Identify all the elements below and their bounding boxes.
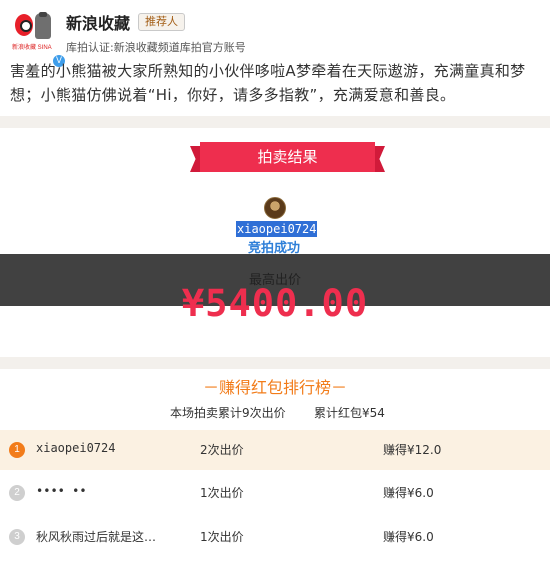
ranking-bid-count: 2次出价 bbox=[200, 443, 244, 457]
ranking-bid-count: 1次出价 bbox=[200, 486, 244, 500]
ribbon-label: 拍卖结果 bbox=[200, 142, 375, 172]
ranking-username: 秋风秋雨过后就是这… bbox=[36, 530, 157, 544]
rank-number: 3 bbox=[9, 529, 25, 545]
avatar-logo-text: 新浪收藏 SINA bbox=[12, 45, 52, 51]
result-ribbon: 拍卖结果 bbox=[190, 142, 385, 176]
ranking-username: xiaopei0724 bbox=[36, 441, 116, 455]
certification-text: 库拍认证:新浪收藏频道库拍官方账号 bbox=[66, 41, 246, 54]
ranking-earned: 赚得¥12.0 bbox=[383, 443, 442, 457]
ranking-row[interactable]: 2 •••• •• 1次出价 赚得¥6.0 bbox=[0, 473, 550, 513]
rank-number: 1 bbox=[9, 442, 25, 458]
recommender-badge: 推荐人 bbox=[138, 13, 185, 31]
total-redpacket-text: 累计红包¥54 bbox=[314, 406, 385, 420]
rank-number: 2 bbox=[9, 485, 25, 501]
ranking-bid-count: 1次出价 bbox=[200, 530, 244, 544]
ranking-earned: 赚得¥6.0 bbox=[383, 530, 434, 544]
ranking-title: －赚得红包排行榜－ bbox=[202, 378, 347, 397]
winner-username[interactable]: xiaopei0724 bbox=[236, 221, 318, 237]
vase-icon bbox=[35, 12, 51, 39]
seller-header: 新浪收藏 SINA V 新浪收藏 推荐人 库拍认证:新浪收藏频道库拍官方账号 bbox=[0, 0, 550, 68]
seller-avatar[interactable]: 新浪收藏 SINA V bbox=[12, 12, 66, 68]
ranking-row[interactable]: 1 xiaopei0724 2次出价 赚得¥12.0 bbox=[0, 430, 550, 470]
item-description: 害羞的小熊猫被大家所熟知的小伙伴哆啦A梦牵着在天际遨游，充满童真和梦想；小熊猫仿… bbox=[10, 62, 526, 104]
total-bids-text: 本场拍卖累计9次出价 bbox=[170, 406, 286, 420]
ranking-row[interactable]: 3 秋风秋雨过后就是这… 1次出价 赚得¥6.0 bbox=[0, 517, 550, 557]
ranking-username: •••• •• bbox=[36, 484, 87, 498]
ranking-earned: 赚得¥6.0 bbox=[383, 486, 434, 500]
section-divider bbox=[0, 357, 550, 369]
section-divider bbox=[0, 116, 550, 128]
sina-logo-icon bbox=[15, 14, 33, 36]
highest-bid-price: ¥5400.00 bbox=[181, 282, 369, 325]
winner-avatar[interactable] bbox=[264, 197, 286, 219]
seller-name[interactable]: 新浪收藏 bbox=[66, 10, 130, 34]
